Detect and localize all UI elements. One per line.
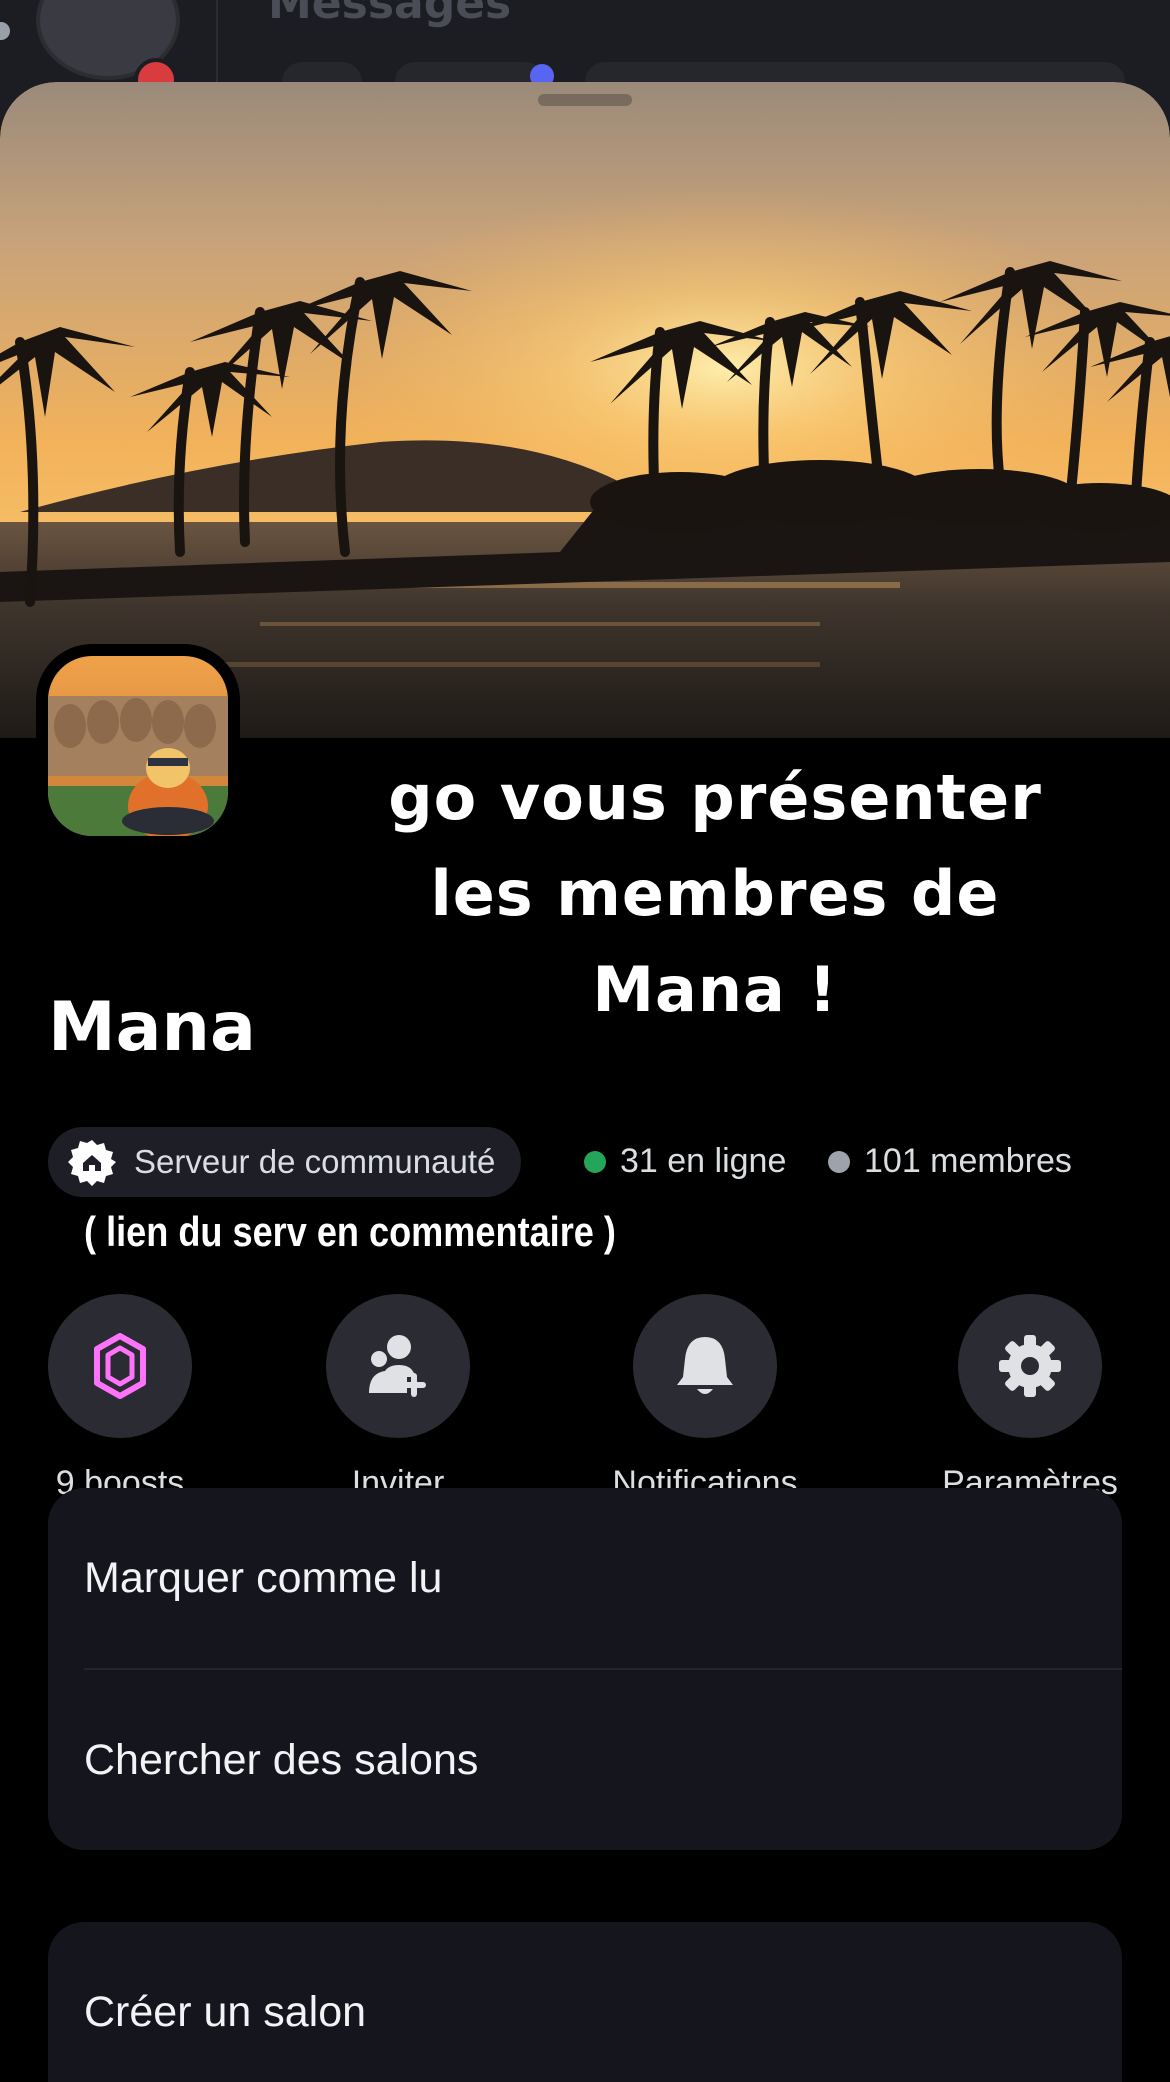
- community-server-badge[interactable]: Serveur de communauté: [48, 1127, 522, 1197]
- member-count: 101 membres: [864, 1142, 1072, 1180]
- settings-circle[interactable]: [958, 1294, 1102, 1438]
- server-banner: [0, 82, 1170, 738]
- mark-as-read-item[interactable]: Marquer comme lu: [48, 1488, 1122, 1668]
- banner-sunset-image: [0, 82, 1170, 738]
- online-stat: 31 en ligne: [584, 1142, 786, 1181]
- menu-card-primary: Marquer comme lu Chercher des salons: [48, 1488, 1122, 1850]
- background-status-dot: [0, 22, 10, 40]
- community-server-label: Serveur de communauté: [134, 1143, 496, 1180]
- background-title: Messages: [268, 0, 512, 29]
- boosts-circle[interactable]: [48, 1294, 192, 1438]
- online-count: 31 en ligne: [620, 1142, 787, 1180]
- invite-button[interactable]: Inviter: [278, 1294, 518, 1503]
- invite-circle[interactable]: [326, 1294, 470, 1438]
- create-channel-item[interactable]: Créer un salon: [48, 1922, 1122, 2082]
- boost-gem-icon: [94, 1333, 146, 1399]
- notifications-button[interactable]: Notifications: [585, 1294, 825, 1503]
- server-sheet: go vous présenter les membres de Mana ! …: [0, 82, 1170, 2082]
- bell-icon: [677, 1337, 733, 1394]
- menu-card-secondary: Créer un salon: [48, 1922, 1122, 2082]
- server-icon-frame: [36, 644, 240, 848]
- overlay-caption: go vous présenter les membres de Mana !: [330, 750, 1100, 1038]
- sheet-grabber[interactable]: [538, 94, 632, 106]
- gear-icon: [999, 1335, 1061, 1397]
- overlay-line: Mana !: [592, 953, 838, 1026]
- server-avatar[interactable]: [48, 656, 228, 836]
- members-stat: 101 membres: [828, 1142, 1072, 1181]
- server-name: Mana: [48, 988, 256, 1067]
- overlay-line: go vous présenter: [388, 761, 1042, 834]
- community-server-icon: [68, 1140, 116, 1186]
- background-divider: [216, 0, 218, 90]
- online-dot: [584, 1150, 606, 1173]
- search-channels-item[interactable]: Chercher des salons: [48, 1670, 1122, 1850]
- boosts-button[interactable]: 9 boosts: [0, 1294, 240, 1503]
- members-dot: [828, 1150, 850, 1173]
- add-member-icon: [369, 1335, 426, 1397]
- server-avatar-image: [48, 656, 228, 836]
- notifications-circle[interactable]: [633, 1294, 777, 1438]
- settings-button[interactable]: Paramètres: [910, 1294, 1150, 1503]
- overlay-line: les membres de: [430, 857, 1000, 930]
- overlay-comment: ( lien du serv en commentaire ): [84, 1208, 616, 1255]
